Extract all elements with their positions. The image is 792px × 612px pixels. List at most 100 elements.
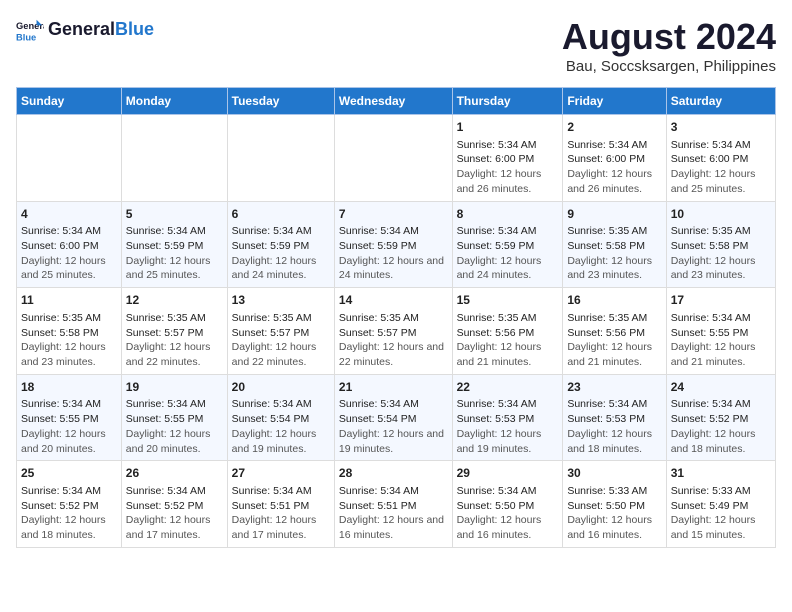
day-number: 12 <box>126 292 223 309</box>
sunset-text: Sunset: 5:54 PM <box>232 412 330 427</box>
day-number: 1 <box>457 119 559 136</box>
daylight-label: Daylight: 12 hours and 25 minutes. <box>21 254 117 283</box>
calendar-cell: 12Sunrise: 5:35 AMSunset: 5:57 PMDayligh… <box>121 288 227 375</box>
day-number: 29 <box>457 465 559 482</box>
daylight-label: Daylight: 12 hours and 21 minutes. <box>567 340 661 369</box>
sunrise-text: Sunrise: 5:35 AM <box>567 224 661 239</box>
sunset-text: Sunset: 5:52 PM <box>21 499 117 514</box>
calendar-cell: 2Sunrise: 5:34 AMSunset: 6:00 PMDaylight… <box>563 115 666 202</box>
daylight-label: Daylight: 12 hours and 21 minutes. <box>457 340 559 369</box>
daylight-label: Daylight: 12 hours and 18 minutes. <box>21 513 117 542</box>
day-number: 4 <box>21 206 117 223</box>
calendar-cell: 25 Sunrise: 5:34 AMSunset: 5:52 PMDayligh… <box>17 461 122 548</box>
sunset-text: Sunset: 5:59 PM <box>126 239 223 254</box>
sunrise-text: Sunrise: 5:34 AM <box>21 397 117 412</box>
daylight-label: Daylight: 12 hours and 23 minutes. <box>21 340 117 369</box>
sunrise-text: Sunrise: 5:34 AM <box>21 484 117 499</box>
title-block: August 2024 Bau, Soccsksargen, Philippin… <box>562 16 776 75</box>
day-number: 27 <box>232 465 330 482</box>
day-number: 15 <box>457 292 559 309</box>
sunset-text: Sunset: 5:59 PM <box>457 239 559 254</box>
week-row-5: 25Sunrise: 5:34 AMSunset: 5:52 PMDayligh… <box>17 461 776 548</box>
sunset-text: Sunset: 5:50 PM <box>457 499 559 514</box>
sunrise-text: Sunrise: 5:34 AM <box>567 397 661 412</box>
header-monday: Monday <box>121 88 227 115</box>
header-thursday: Thursday <box>452 88 563 115</box>
day-number: 14 <box>339 292 448 309</box>
calendar-cell: 15Sunrise: 5:35 AMSunset: 5:56 PMDayligh… <box>452 288 563 375</box>
daylight-label: Daylight: 12 hours and 23 minutes. <box>671 254 771 283</box>
sunrise-text: Sunrise: 5:34 AM <box>457 138 559 153</box>
daylight-label: Daylight: 12 hours and 25 minutes. <box>126 254 223 283</box>
sunset-text: Sunset: 5:55 PM <box>21 412 117 427</box>
calendar-header-row: SundayMondayTuesdayWednesdayThursdayFrid… <box>17 88 776 115</box>
daylight-label: Daylight: 12 hours and 24 minutes. <box>232 254 330 283</box>
sunset-text: Sunset: 6:00 PM <box>21 239 117 254</box>
sunrise-text: Sunrise: 5:34 AM <box>671 397 771 412</box>
sunrise-text: Sunrise: 5:34 AM <box>671 138 771 153</box>
calendar-cell: 27Sunrise: 5:34 AMSunset: 5:51 PMDayligh… <box>227 461 334 548</box>
day-number: 22 <box>457 379 559 396</box>
daylight-label: Daylight: 12 hours and 19 minutes. <box>339 427 448 456</box>
day-number: 8 <box>457 206 559 223</box>
sunrise-text: Sunrise: 5:35 AM <box>567 311 661 326</box>
calendar-cell: 6Sunrise: 5:34 AMSunset: 5:59 PMDaylight… <box>227 201 334 288</box>
calendar-cell: 30Sunrise: 5:33 AMSunset: 5:50 PMDayligh… <box>563 461 666 548</box>
calendar-cell: 3Sunrise: 5:34 AMSunset: 6:00 PMDaylight… <box>666 115 775 202</box>
header-tuesday: Tuesday <box>227 88 334 115</box>
sunset-text: Sunset: 5:51 PM <box>232 499 330 514</box>
sunrise-text: Sunrise: 5:34 AM <box>339 224 448 239</box>
sunset-text: Sunset: 5:52 PM <box>126 499 223 514</box>
calendar-cell <box>227 115 334 202</box>
sunrise-text: Sunrise: 5:34 AM <box>126 224 223 239</box>
sunset-text: Sunset: 5:53 PM <box>457 412 559 427</box>
day-number: 16 <box>567 292 661 309</box>
daylight-label: Daylight: 12 hours and 21 minutes. <box>671 340 771 369</box>
day-number: 20 <box>232 379 330 396</box>
header-friday: Friday <box>563 88 666 115</box>
day-number: 10 <box>671 206 771 223</box>
daylight-label: Daylight: 12 hours and 23 minutes. <box>567 254 661 283</box>
sunrise-text: Sunrise: 5:35 AM <box>232 311 330 326</box>
calendar-cell: 5Sunrise: 5:34 AMSunset: 5:59 PMDaylight… <box>121 201 227 288</box>
day-number: 24 <box>671 379 771 396</box>
day-number: 13 <box>232 292 330 309</box>
calendar-cell: 22Sunrise: 5:34 AMSunset: 5:53 PMDayligh… <box>452 374 563 461</box>
sunrise-text: Sunrise: 5:34 AM <box>126 397 223 412</box>
sunrise-text: Sunrise: 5:34 AM <box>339 397 448 412</box>
day-number: 17 <box>671 292 771 309</box>
daylight-label: Daylight: 12 hours and 22 minutes. <box>339 340 448 369</box>
calendar-cell: 31Sunrise: 5:33 AMSunset: 5:49 PMDayligh… <box>666 461 775 548</box>
day-number: 7 <box>339 206 448 223</box>
daylight-label: Daylight: 12 hours and 16 minutes. <box>567 513 661 542</box>
sunrise-text: Sunrise: 5:34 AM <box>126 484 223 499</box>
sunset-text: Sunset: 5:57 PM <box>232 326 330 341</box>
day-number: 3 <box>671 119 771 136</box>
calendar-cell: 18Sunrise: 5:34 AMSunset: 5:55 PMDayligh… <box>17 374 122 461</box>
calendar-cell: 14Sunrise: 5:35 AMSunset: 5:57 PMDayligh… <box>334 288 452 375</box>
daylight-label: Daylight: 12 hours and 26 minutes. <box>567 167 661 196</box>
calendar-cell: 11Sunrise: 5:35 AMSunset: 5:58 PMDayligh… <box>17 288 122 375</box>
day-number: 9 <box>567 206 661 223</box>
sunset-text: Sunset: 5:57 PM <box>339 326 448 341</box>
daylight-label: Daylight: 12 hours and 19 minutes. <box>232 427 330 456</box>
calendar-cell: 29Sunrise: 5:34 AMSunset: 5:50 PMDayligh… <box>452 461 563 548</box>
page-header: General Blue GeneralBlue August 2024 Bau… <box>16 16 776 75</box>
sunset-text: Sunset: 5:49 PM <box>671 499 771 514</box>
svg-text:General: General <box>16 21 44 31</box>
sunrise-text: Sunrise: 5:34 AM <box>567 138 661 153</box>
header-wednesday: Wednesday <box>334 88 452 115</box>
calendar-table: SundayMondayTuesdayWednesdayThursdayFrid… <box>16 87 776 548</box>
day-number: 19 <box>126 379 223 396</box>
daylight-label: Daylight: 12 hours and 20 minutes. <box>21 427 117 456</box>
day-number: 25 <box>21 465 117 482</box>
calendar-cell: 19Sunrise: 5:34 AMSunset: 5:55 PMDayligh… <box>121 374 227 461</box>
daylight-label: Daylight: 12 hours and 22 minutes. <box>126 340 223 369</box>
sunset-text: Sunset: 5:52 PM <box>671 412 771 427</box>
sunrise-text: Sunrise: 5:34 AM <box>339 484 448 499</box>
sunrise-text: Sunrise: 5:35 AM <box>126 311 223 326</box>
header-saturday: Saturday <box>666 88 775 115</box>
sunrise-text: Sunrise: 5:34 AM <box>457 397 559 412</box>
day-number: 26 <box>126 465 223 482</box>
day-number: 6 <box>232 206 330 223</box>
